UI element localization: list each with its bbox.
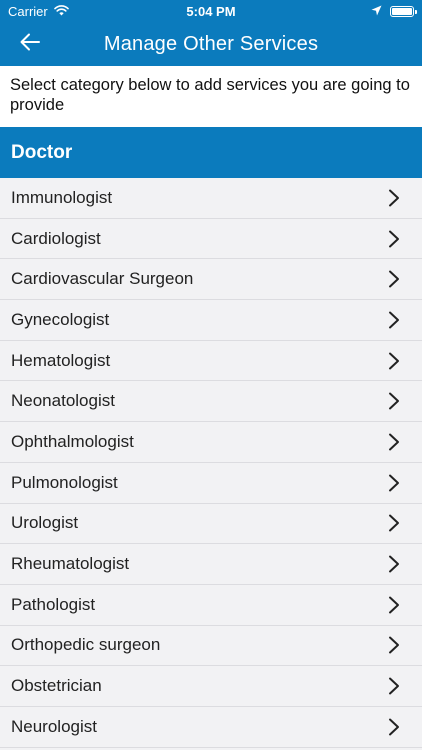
chevron-right-icon: [388, 596, 400, 614]
list-item[interactable]: Neurologist: [0, 706, 422, 748]
instructions-text: Select category below to add services yo…: [0, 66, 422, 127]
chevron-right-icon: [388, 392, 400, 410]
chevron-right-icon: [388, 474, 400, 492]
service-list: Immunologist Cardiologist Cardiovascular S…: [0, 178, 422, 748]
chevron-right-icon: [388, 433, 400, 451]
list-item[interactable]: Rheumatologist: [0, 544, 422, 585]
back-button[interactable]: [14, 30, 46, 58]
status-right: [371, 4, 417, 19]
location-arrow-icon: [371, 4, 382, 19]
list-item[interactable]: Cardiovascular Surgeon: [0, 259, 422, 301]
list-item-label: Pathologist: [11, 594, 96, 614]
list-item-label: Gynecologist: [11, 309, 110, 329]
category-header: Doctor: [0, 127, 422, 178]
list-item[interactable]: Neonatologist: [0, 381, 422, 423]
list-item-label: Cardiologist: [11, 228, 101, 248]
list-item-label: Pulmonologist: [11, 472, 118, 492]
list-item-label: Obstetrician: [11, 676, 102, 696]
chevron-right-icon: [388, 718, 400, 736]
wifi-icon: [53, 4, 69, 19]
status-bar: Carrier 5:04 PM: [0, 0, 422, 22]
list-item[interactable]: Gynecologist: [0, 300, 422, 341]
list-item-label: Neonatologist: [11, 391, 115, 411]
carrier-label: Carrier: [8, 3, 48, 19]
list-item-label: Neurologist: [11, 716, 97, 736]
chevron-right-icon: [388, 677, 400, 695]
list-item[interactable]: Cardiologist: [0, 218, 422, 260]
battery-icon: [390, 5, 417, 17]
chevron-right-icon: [388, 636, 400, 654]
chevron-right-icon: [388, 270, 400, 288]
list-item[interactable]: Pulmonologist: [0, 462, 422, 504]
list-item[interactable]: Ophthalmologist: [0, 422, 422, 463]
chevron-right-icon: [388, 311, 400, 329]
navigation-bar: Manage Other Services: [0, 22, 422, 66]
chevron-right-icon: [388, 230, 400, 248]
list-item-label: Hematologist: [11, 350, 111, 370]
list-item[interactable]: Obstetrician: [0, 666, 422, 707]
back-arrow-icon: [20, 33, 40, 56]
list-item[interactable]: Pathologist: [0, 584, 422, 626]
list-item-label: Urologist: [11, 513, 79, 533]
list-item-label: Rheumatologist: [11, 554, 130, 574]
chevron-right-icon: [388, 189, 400, 207]
list-item-label: Orthopedic surgeon: [11, 635, 161, 655]
list-item[interactable]: Immunologist: [0, 178, 422, 219]
list-item-label: Immunologist: [11, 187, 113, 207]
chevron-right-icon: [388, 352, 400, 370]
status-left: Carrier: [8, 4, 69, 19]
chevron-right-icon: [388, 514, 400, 532]
list-item[interactable]: Hematologist: [0, 340, 422, 382]
page-title: Manage Other Services: [103, 32, 319, 55]
list-item[interactable]: Urologist: [0, 503, 422, 545]
list-item-label: Cardiovascular Surgeon: [11, 269, 194, 289]
chevron-right-icon: [388, 555, 400, 573]
list-item-label: Ophthalmologist: [11, 431, 134, 451]
list-item[interactable]: Orthopedic surgeon: [0, 625, 422, 667]
